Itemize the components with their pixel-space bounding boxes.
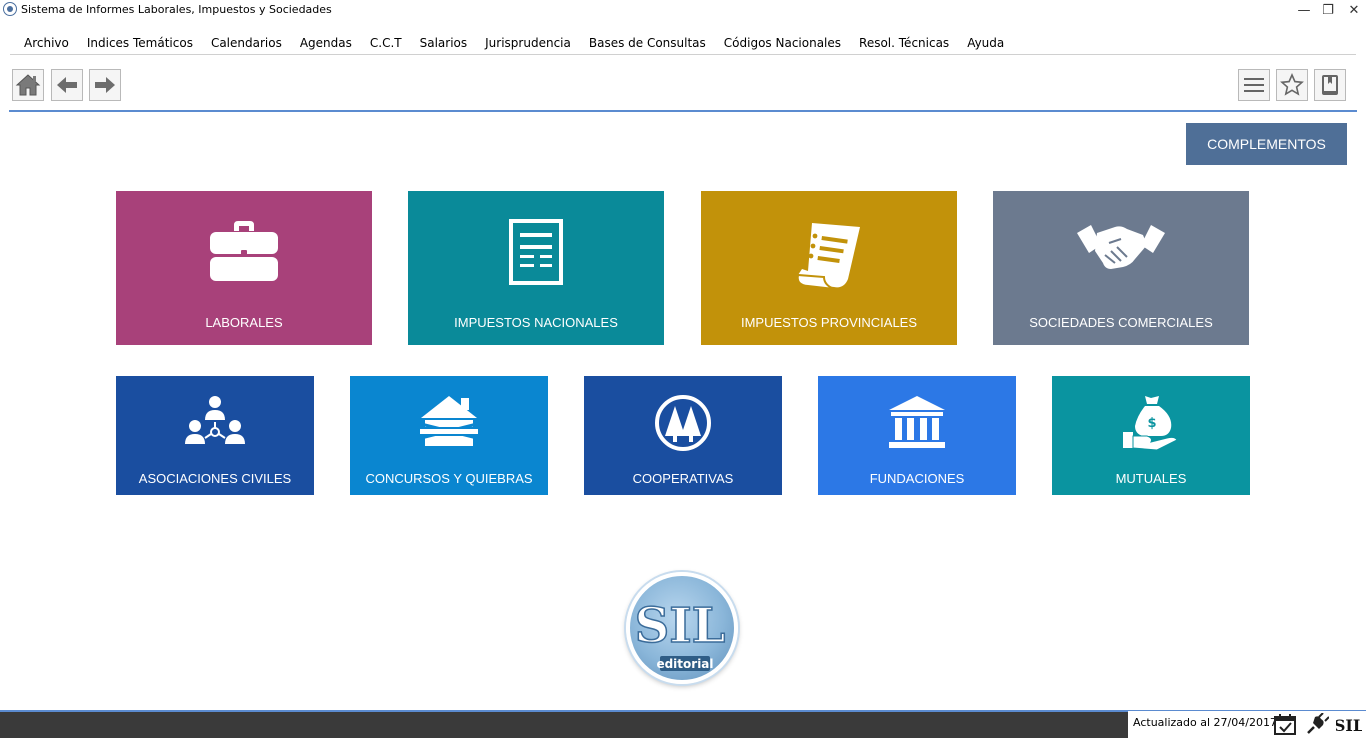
menu-calendarios[interactable]: Calendarios (202, 34, 291, 54)
forward-button[interactable] (89, 69, 121, 101)
receipt-scroll-icon (796, 223, 860, 290)
tile-label: IMPUESTOS NACIONALES (454, 315, 618, 330)
tile-label: SOCIEDADES COMERCIALES (1029, 315, 1213, 330)
menu-divider (10, 54, 1356, 55)
logo-text: SIL (635, 598, 726, 654)
menu-ayuda[interactable]: Ayuda (958, 34, 1013, 54)
menu-bases-de-consultas[interactable]: Bases de Consultas (580, 34, 715, 54)
tile-cooperativas[interactable]: COOPERATIVAS (584, 376, 782, 495)
book-icon (1322, 75, 1338, 95)
tile-impuestos-nacionales[interactable]: IMPUESTOS NACIONALES (408, 191, 664, 345)
calendar-check-icon (1274, 714, 1296, 735)
calendar-check-button[interactable] (1272, 712, 1298, 736)
hamburger-menu-icon (1244, 78, 1264, 92)
tile-laborales[interactable]: LABORALES (116, 191, 372, 345)
tile-label: COOPERATIVAS (632, 471, 734, 486)
svg-text:SIL: SIL (1336, 716, 1362, 735)
menu-archivo[interactable]: Archivo (15, 34, 78, 54)
home-button[interactable] (12, 69, 44, 101)
institution-building-icon (889, 396, 945, 448)
briefcase-icon (210, 221, 278, 281)
boarded-house-icon (418, 396, 480, 446)
window-title: Sistema de Informes Laborales, Impuestos… (21, 3, 332, 16)
menu-cct[interactable]: C.C.T (361, 34, 411, 54)
tile-label: LABORALES (205, 315, 283, 330)
connection-button[interactable] (1304, 712, 1330, 736)
menu-resol-tecnicas[interactable]: Resol. Técnicas (850, 34, 958, 54)
title-bar: Sistema de Informes Laborales, Impuestos… (0, 0, 1366, 20)
pine-trees-icon (655, 395, 711, 451)
menu-agendas[interactable]: Agendas (291, 34, 361, 54)
toolbar-divider (9, 110, 1357, 112)
tile-label: CONCURSOS Y QUIEBRAS (365, 471, 533, 486)
restore-button[interactable]: ❐ (1314, 0, 1342, 20)
tile-label: FUNDACIONES (869, 471, 965, 486)
tile-label: MUTUALES (1115, 471, 1187, 486)
hamburger-menu-button[interactable] (1238, 69, 1270, 101)
tile-mutuales[interactable]: $ MUTUALES (1052, 376, 1250, 495)
bookmark-button[interactable] (1314, 69, 1346, 101)
app-icon (3, 2, 17, 16)
close-button[interactable]: ✕ (1340, 0, 1366, 20)
home-icon (15, 74, 41, 96)
tile-label: ASOCIACIONES CIVILES (138, 471, 292, 486)
sil-logo-icon: SIL (1336, 716, 1362, 735)
sil-logo-button[interactable]: SIL (1336, 712, 1362, 736)
menu-jurisprudencia[interactable]: Jurisprudencia (476, 34, 580, 54)
menu-salarios[interactable]: Salarios (411, 34, 477, 54)
tile-sociedades-comerciales[interactable]: SOCIEDADES COMERCIALES (993, 191, 1249, 345)
tile-concursos-y-quiebras[interactable]: CONCURSOS Y QUIEBRAS (350, 376, 548, 495)
arrow-right-icon (95, 77, 115, 93)
svg-text:$: $ (1147, 416, 1156, 431)
menu-codigos-nacionales[interactable]: Códigos Nacionales (715, 34, 850, 54)
last-updated-text: Actualizado al 27/04/2017 (1133, 716, 1277, 729)
menu-bar: Archivo Indices Temáticos Calendarios Ag… (15, 34, 1013, 54)
complementos-button[interactable]: COMPLEMENTOS (1186, 123, 1347, 165)
back-button[interactable] (51, 69, 83, 101)
sil-editorial-logo: SIL editorial (626, 572, 738, 684)
tile-fundaciones[interactable]: FUNDACIONES (818, 376, 1016, 495)
logo-subtext: editorial (656, 657, 713, 671)
tile-asociaciones-civiles[interactable]: ASOCIACIONES CIVILES (116, 376, 314, 495)
tile-impuestos-provinciales[interactable]: IMPUESTOS PROVINCIALES (701, 191, 957, 345)
money-bag-hand-icon: $ (1123, 396, 1178, 451)
star-icon (1280, 73, 1304, 96)
document-icon (509, 219, 563, 285)
plug-icon (1307, 713, 1329, 734)
people-network-icon (185, 396, 245, 444)
handshake-icon (1077, 225, 1165, 269)
favorites-button[interactable] (1276, 69, 1308, 101)
tile-label: IMPUESTOS PROVINCIALES (740, 315, 918, 330)
menu-indices-tematicos[interactable]: Indices Temáticos (78, 34, 202, 54)
arrow-left-icon (57, 77, 77, 93)
